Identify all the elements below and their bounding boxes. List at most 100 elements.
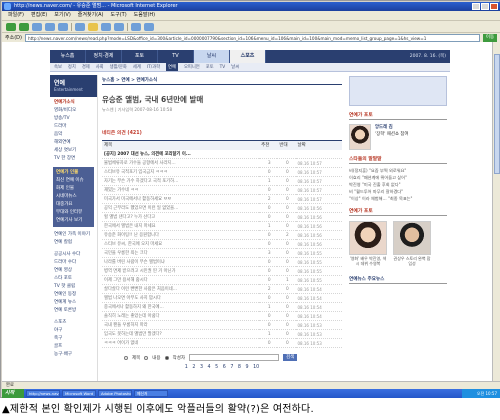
sidebar-item[interactable]: 연예계 뉴스 xyxy=(54,299,93,307)
media-icon[interactable] xyxy=(101,23,111,31)
gnb-tab-tv[interactable]: TV xyxy=(158,50,194,63)
favorites-icon[interactable] xyxy=(88,23,98,31)
gnb-tab-weather[interactable]: 날씨 xyxy=(194,50,230,63)
list-item[interactable]: "이상" 이라 체험해… "최종 목표는" xyxy=(349,195,447,202)
table-row[interactable]: 불법체류자로 가수들 공항에서 사라지… 3 0 08.16 10:57 xyxy=(102,158,342,168)
table-row[interactable]: 살다살다 이런 뻔뻔한 사람은 처음이네… 2 0 08.16 10:54 xyxy=(102,284,342,294)
photo-caption[interactable]: '영화' 배우 박진영, 섹시 데뷔 수영복 xyxy=(349,256,387,266)
row-title[interactable]: 입국도 못하는데 앨범만 팔겠다? xyxy=(102,329,260,339)
table-row[interactable]: 나라를 버린 사람이 무슨 앨범이냐 0 0 08.16 10:55 xyxy=(102,257,342,267)
menu-help[interactable]: 도움말(H) xyxy=(134,11,155,20)
radio-author[interactable] xyxy=(164,355,169,360)
photo-thumb[interactable] xyxy=(393,221,431,255)
feature-item[interactable]: 대중가요 xyxy=(56,201,91,209)
right-section-title[interactable]: 연예뉴스 주요뉴스 xyxy=(349,276,447,284)
table-row[interactable]: 유승준 화이팅!! 난 응원합니다 0 2 08.16 10:56 xyxy=(102,230,342,240)
history-icon[interactable] xyxy=(114,23,124,31)
sidebar-item[interactable]: 연예 영상 xyxy=(54,267,93,275)
table-row[interactable]: 한국에서 앨범은 내지 마세요 1 0 08.16 10:56 xyxy=(102,221,342,231)
snb-item[interactable]: 사회 xyxy=(96,63,104,71)
list-item[interactable]: 박진영 "미국 진출 후회 없다" xyxy=(349,181,447,188)
breadcrumb-path[interactable]: 뉴스홈 > 연예 > 연예가소식 xyxy=(102,78,157,83)
table-row[interactable]: 국민을 우롱한 죄는 크다 3 0 08.16 10:55 xyxy=(102,248,342,258)
page-link[interactable]: 1 xyxy=(185,365,188,370)
feature-item[interactable]: 시네마뉴스 xyxy=(56,193,91,201)
row-title[interactable]: 중국에서나 활동하지 왜 한국에… xyxy=(102,302,260,312)
profile-photo[interactable] xyxy=(349,124,371,150)
minimize-button[interactable] xyxy=(472,3,480,10)
snb-item[interactable]: 속보 xyxy=(54,63,62,71)
row-title[interactable]: 나라를 버린 사람이 무슨 앨범이냐 xyxy=(102,257,260,267)
snb-item[interactable]: 경제 xyxy=(82,63,90,71)
row-title[interactable]: 병역 면제 받으려고 시민권 딴 거 아닌가 xyxy=(102,266,260,276)
table-row[interactable]: 미국가서 미국에서나 활동하세요 ㅉㅉ 2 0 08.16 10:57 xyxy=(102,194,342,204)
menu-favorites[interactable]: 즐겨찾기(A) xyxy=(78,11,104,20)
table-row[interactable]: 솔직히 노래는 좋았는데 아쉽다 0 0 08.16 10:54 xyxy=(102,311,342,321)
sidebar-item[interactable]: 음악 xyxy=(54,131,93,139)
feature-item[interactable]: 무대와 인터뷰 xyxy=(56,209,91,217)
sidebar-item[interactable]: 골프 xyxy=(54,343,93,351)
sidebar-item[interactable]: 스타 포토 xyxy=(54,275,93,283)
sidebar-item[interactable]: 방송/TV xyxy=(54,115,93,123)
row-title[interactable]: 헐 앨범 낸다고? 누가 산다고 xyxy=(102,212,260,222)
snb-item[interactable]: 생활/문화 xyxy=(110,63,127,71)
table-row[interactable]: 스티브 유씨, 한국에 오지 마세요 0 0 08.16 10:56 xyxy=(102,239,342,249)
row-title[interactable]: 국내 팬들 우롱하지 마라 xyxy=(102,320,260,330)
sidebar-item[interactable]: 스포츠 xyxy=(54,319,93,327)
start-button[interactable]: 시작 xyxy=(2,389,24,398)
photo-caption[interactable]: 권상우 스토리 완벽 잠입성 xyxy=(393,256,431,266)
table-row[interactable]: 앨범 나오면 아무도 사지 맙시다 0 0 08.16 10:54 xyxy=(102,293,342,303)
gnb-tab-home[interactable]: 뉴스홈 xyxy=(50,50,86,63)
sidebar-more-item[interactable]: 연예 칼럼 xyxy=(54,239,93,247)
gnb-tab-sports[interactable]: 스포츠 xyxy=(230,50,266,63)
snb-item-active[interactable]: 연예 xyxy=(166,63,178,71)
snb-item[interactable]: 포토 xyxy=(206,63,214,71)
sidebar-item[interactable]: TV 한 장면 xyxy=(54,155,93,163)
row-title[interactable]: [공지] 2007 대선 뉴스, 의견에 꼬리달기 이... xyxy=(102,149,260,159)
right-section-title[interactable]: 스타들의 말말말 xyxy=(349,156,447,164)
sidebar-item[interactable]: 공공시사 수다 xyxy=(54,251,93,259)
sidebar-item[interactable]: 드라마 xyxy=(54,123,93,131)
table-row[interactable]: 자기는 무슨 가수 하겠다고 국적 포기하… 1 0 08.16 10:57 xyxy=(102,176,342,186)
right-section-title[interactable]: 연예가 포토 xyxy=(349,208,447,216)
sidebar-item[interactable]: 야구 xyxy=(54,327,93,335)
search-button[interactable]: 검색 xyxy=(282,354,298,361)
table-row[interactable]: 스티브유 국적포기 입국금지 ㅋㅋㅋ 0 0 08.16 10:57 xyxy=(102,167,342,177)
snb-item[interactable]: TV xyxy=(220,63,226,71)
sidebar-item[interactable]: 연예가소식 xyxy=(54,99,93,107)
row-title[interactable]: ㅋㅋㅋ 어이가 없네 xyxy=(102,338,260,348)
row-title[interactable]: 살다살다 이런 뻔뻔한 사람은 처음이네… xyxy=(102,284,260,294)
sidebar-item[interactable]: 연예인 동정 xyxy=(54,291,93,299)
mail-icon[interactable] xyxy=(131,23,141,31)
forward-icon[interactable] xyxy=(19,23,29,31)
go-button[interactable]: 이동 xyxy=(483,33,497,42)
row-title[interactable]: 스티브유 국적포기 입국금지 ㅋㅋㅋ xyxy=(102,167,260,177)
search-icon[interactable] xyxy=(75,23,85,31)
page-link[interactable]: 4 xyxy=(208,365,211,370)
page-link[interactable]: 7 xyxy=(230,365,233,370)
sidebar-item[interactable]: TV 핫 클립 xyxy=(54,283,93,291)
table-row[interactable]: 재밌는 가수네 ㅋㅋ 0 0 08.16 10:57 xyxy=(102,185,342,195)
photo-card[interactable]: '영화' 배우 박진영, 섹시 데뷔 수영복 xyxy=(349,221,387,266)
snb-item[interactable]: 세계 xyxy=(133,63,141,71)
vertical-scrollbar[interactable] xyxy=(492,42,500,381)
menu-tools[interactable]: 도구(T) xyxy=(111,11,127,20)
radio-body[interactable] xyxy=(144,355,149,360)
featured-profile[interactable]: 앙드레 김 '장학' 패션쇼 참여 xyxy=(349,124,447,150)
page-link[interactable]: 3 xyxy=(200,365,203,370)
photo-thumb[interactable] xyxy=(349,221,387,255)
table-row[interactable]: 공익 근무라도 했었으면 이런 일 없었을… 0 0 08.16 10:56 xyxy=(102,203,342,213)
page-link[interactable]: 8 xyxy=(238,365,241,370)
taskbar-item[interactable]: 메신저 xyxy=(134,390,168,397)
stop-icon[interactable] xyxy=(32,23,42,31)
row-title[interactable]: 미국가서 미국에서나 활동하세요 ㅉㅉ xyxy=(102,194,260,204)
sidebar-item[interactable]: 연예 토론방 xyxy=(54,307,93,315)
page-link[interactable]: 2 xyxy=(192,365,195,370)
ad-banner[interactable] xyxy=(349,76,447,106)
row-title[interactable]: 불법체류자로 가수들 공항에서 사라지… xyxy=(102,158,260,168)
maximize-button[interactable] xyxy=(481,3,489,10)
photo-card[interactable]: 권상우 스토리 완벽 잠입성 xyxy=(393,221,431,266)
table-row[interactable]: 중국에서나 활동하지 왜 한국에… 1 0 08.16 10:54 xyxy=(102,302,342,312)
home-icon[interactable] xyxy=(58,23,68,31)
table-row[interactable]: 입국도 못하는데 앨범만 팔겠다? 1 0 08.16 10:53 xyxy=(102,329,342,339)
